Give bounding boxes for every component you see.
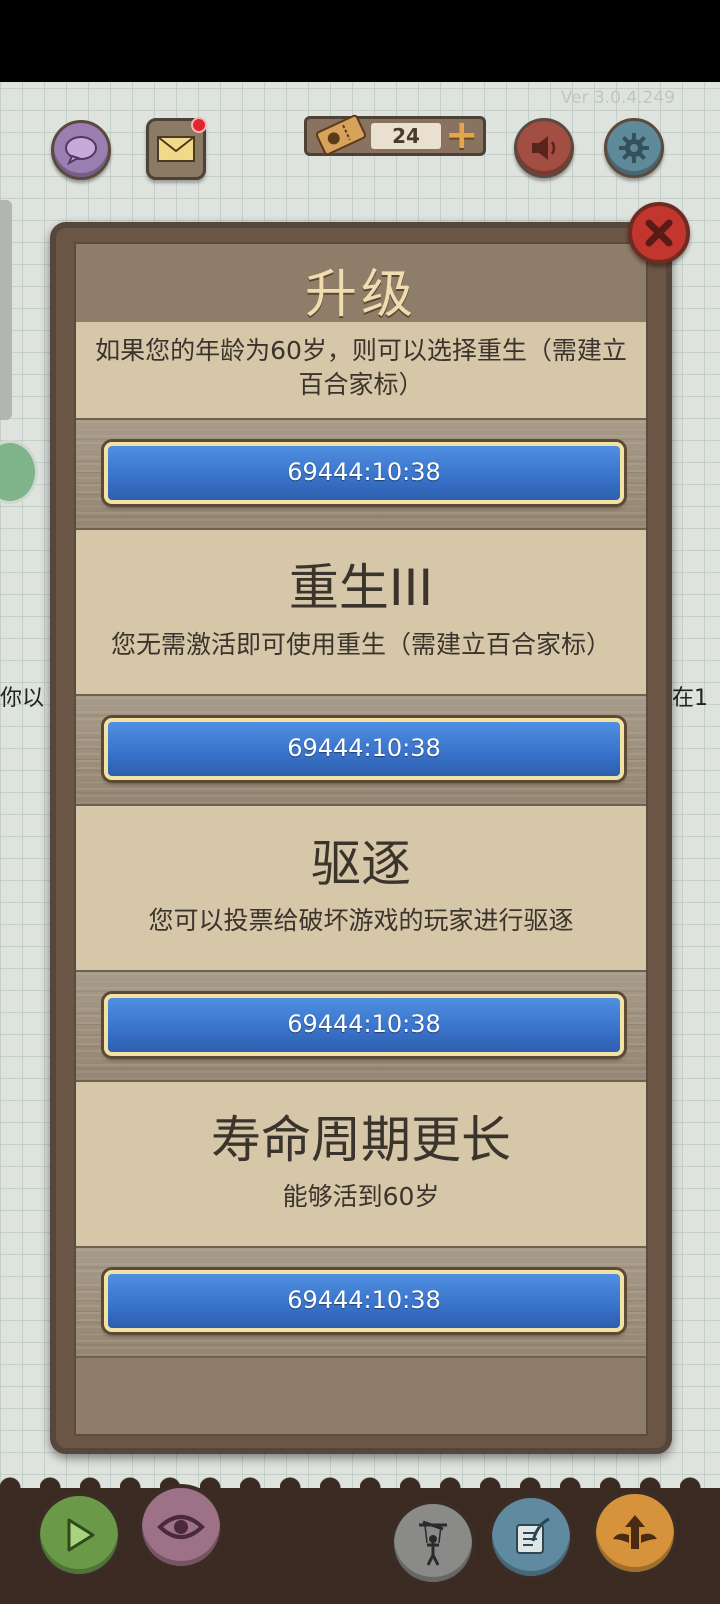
play-icon <box>67 1518 95 1552</box>
upgrade-description: 您可以投票给破坏游戏的玩家进行驱逐 <box>148 906 574 935</box>
upgrade-name: 驱逐 <box>311 835 411 893</box>
ticket-count: 24 <box>371 123 441 149</box>
upgrade-card: 驱逐 您可以投票给破坏游戏的玩家进行驱逐 <box>76 806 646 970</box>
sound-button[interactable] <box>514 118 574 178</box>
background-text-right: 在1 <box>672 686 708 711</box>
upgrade-button-row: 69444:10:38 <box>76 694 646 806</box>
mail-button[interactable] <box>146 117 207 180</box>
puppet-button[interactable] <box>390 1500 476 1586</box>
speaker-icon <box>532 136 556 160</box>
scroll-quill-icon <box>516 1517 550 1554</box>
eye-icon <box>157 1515 205 1539</box>
chat-button[interactable] <box>51 120 111 180</box>
scroll-button[interactable] <box>488 1494 574 1580</box>
upgrade-description: 能够活到60岁 <box>282 1182 440 1211</box>
eye-button[interactable] <box>138 1484 224 1570</box>
gear-icon <box>619 133 649 163</box>
version-label: Ver 3.0.4.249 <box>560 88 675 108</box>
close-icon <box>645 219 673 247</box>
chat-bubble-icon <box>65 136 97 165</box>
dialog-title: 升级 <box>304 265 417 325</box>
side-badge[interactable] <box>0 440 38 504</box>
play-button[interactable] <box>36 1492 122 1578</box>
upgrade-timer-button[interactable]: 69444:10:38 <box>104 1270 624 1332</box>
close-button[interactable] <box>628 202 690 264</box>
plus-icon[interactable]: + <box>445 115 479 155</box>
upgrade-timer-button[interactable]: 69444:10:38 <box>104 442 624 504</box>
upgrade-card: 寿命周期更长 能够活到60岁 <box>76 1082 646 1246</box>
notification-dot <box>191 117 207 133</box>
upgrade-list: 升级 如果您的年龄为60岁，则可以选择重生（需建立百合家标） 69444:10:… <box>74 242 648 1436</box>
upgrade-card: 重生III 您无需激活即可使用重生（需建立百合家标） <box>76 530 646 694</box>
upgrade-description: 如果您的年龄为60岁，则可以选择重生（需建立百合家标） <box>95 336 627 399</box>
ticket-counter: 24 + <box>304 114 486 156</box>
mail-icon <box>157 136 195 162</box>
upgrade-name: 寿命周期更长 <box>211 1111 511 1169</box>
winged-arrow-icon <box>613 1515 657 1549</box>
upgrade-button-row: 69444:10:38 <box>76 970 646 1082</box>
upgrade-dialog: 升级 如果您的年龄为60岁，则可以选择重生（需建立百合家标） 69444:10:… <box>50 222 672 1454</box>
side-tab[interactable] <box>0 200 12 420</box>
status-bar <box>0 0 720 82</box>
background-text-left: 你以 <box>0 686 45 711</box>
upgrade-description: 您无需激活即可使用重生（需建立百合家标） <box>110 630 611 659</box>
upgrade-button-row: 69444:10:38 <box>76 1246 646 1358</box>
upgrade-timer-button[interactable]: 69444:10:38 <box>104 718 624 780</box>
ticket-icon <box>315 114 367 156</box>
upgrade-name: 重生III <box>288 559 434 617</box>
upgrade-button-row: 69444:10:38 <box>76 418 646 530</box>
upgrade-timer-button[interactable]: 69444:10:38 <box>104 994 624 1056</box>
settings-button[interactable] <box>604 118 664 178</box>
upgrade-card: 如果您的年龄为60岁，则可以选择重生（需建立百合家标） <box>76 322 646 418</box>
dialog-header: 升级 <box>76 244 646 325</box>
upgrade-button[interactable] <box>592 1490 678 1576</box>
puppet-icon <box>419 1520 447 1566</box>
